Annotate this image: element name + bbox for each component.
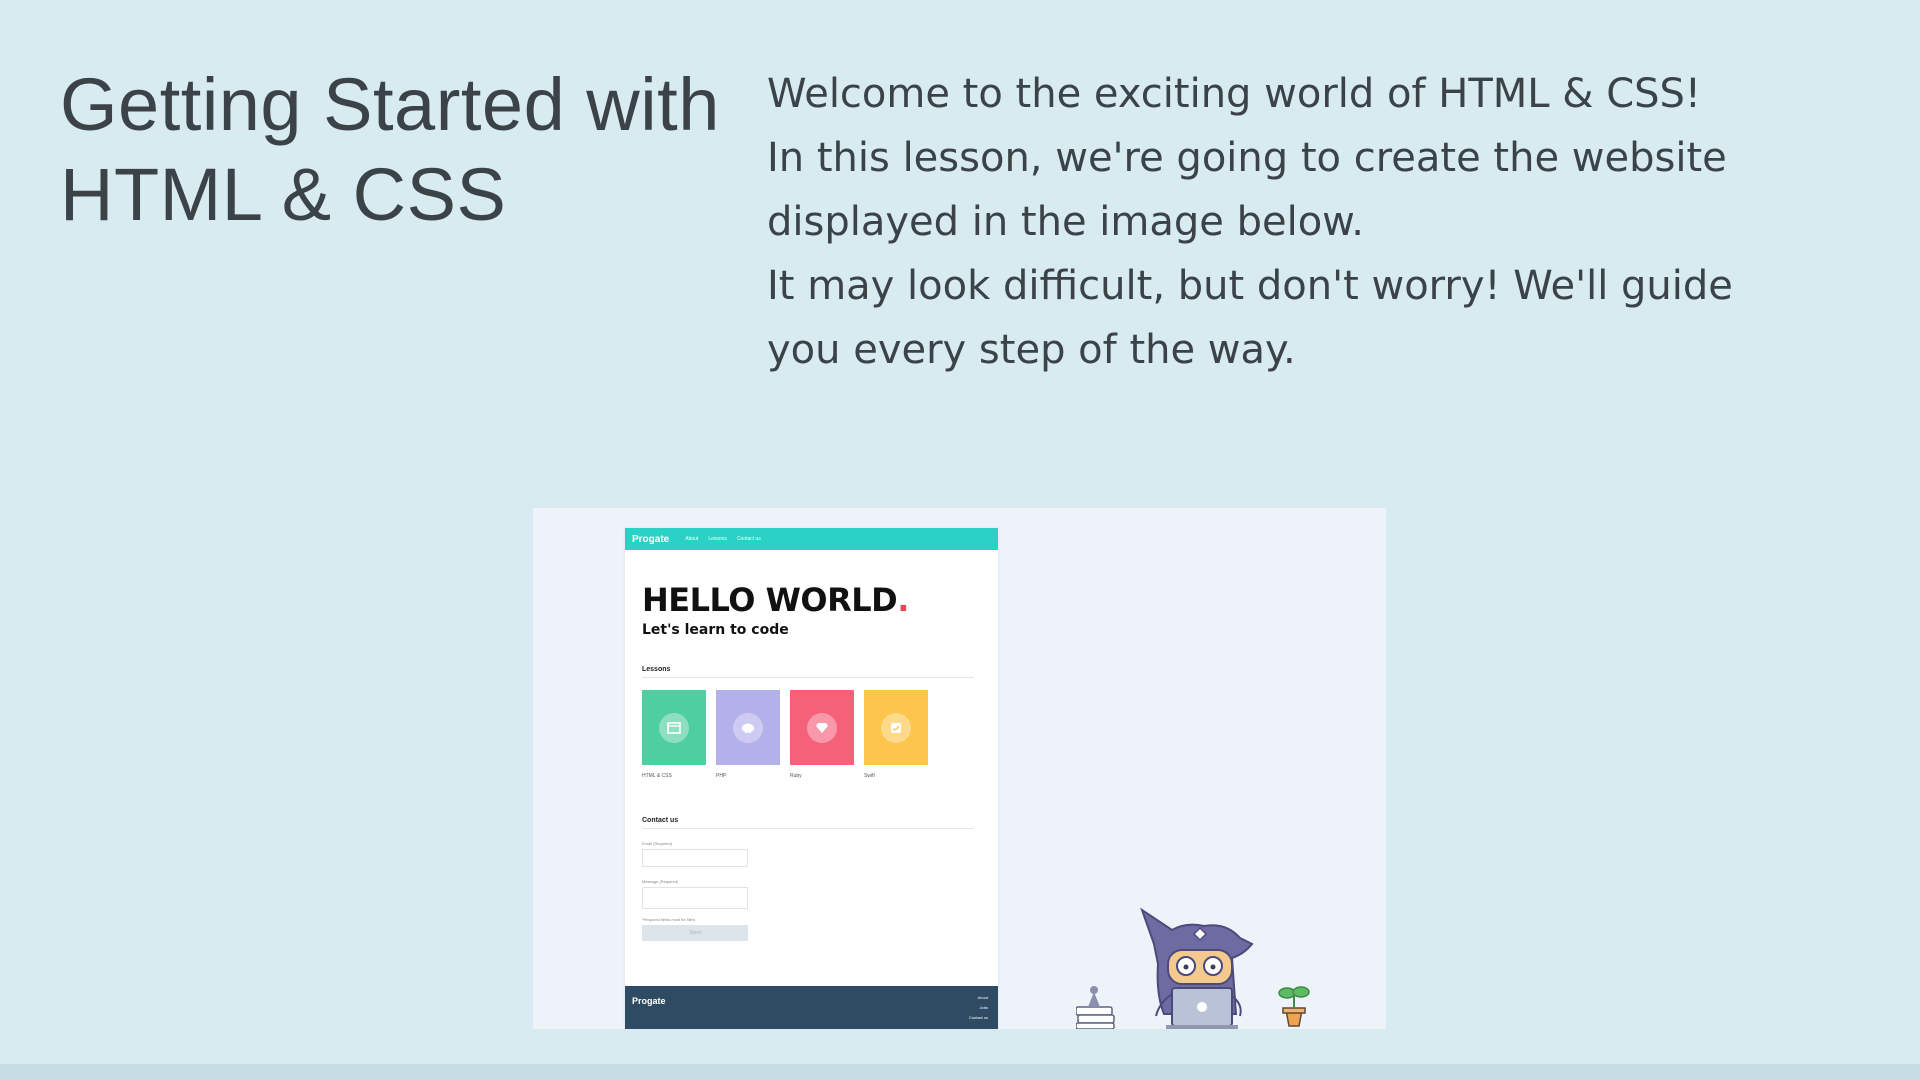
message-field-label: Message (Required)	[642, 879, 679, 884]
slide: Getting Started with HTML & CSS Welcome …	[0, 0, 1920, 1064]
elephant-icon	[733, 712, 763, 743]
mock-header: Progate About Lessons Contact us	[625, 528, 998, 550]
lesson-card-tile	[642, 690, 706, 765]
plant-icon	[1278, 986, 1310, 1027]
lesson-card: Ruby	[790, 690, 854, 779]
hero-heading-dot: .	[897, 581, 909, 619]
lesson-card-tile	[864, 690, 928, 765]
email-field	[642, 849, 748, 867]
footer-link: Jobs	[979, 1005, 988, 1010]
ninja-mascot-illustration	[1076, 907, 1310, 1029]
lesson-card-label: Swift	[864, 773, 875, 779]
mock-logo: Progate	[632, 533, 670, 545]
email-field-label: Email (Required)	[642, 841, 673, 846]
mock-nav-item: About	[685, 536, 699, 542]
lesson-card-label: PHP	[716, 773, 727, 779]
lesson-card: PHP	[716, 690, 780, 779]
mock-nav-item: Contact us	[736, 536, 761, 542]
slide-title: Getting Started with HTML & CSS	[60, 63, 720, 236]
books-icon	[1076, 986, 1115, 1029]
message-field	[642, 887, 748, 909]
footer-logo: Progate	[632, 996, 666, 1006]
lessons-label: Lessons	[642, 666, 671, 673]
intro-line-3: It may look difficult, but don't worry! …	[767, 263, 1733, 373]
intro-text: Welcome to the exciting world of HTML & …	[767, 62, 1767, 382]
footer-link: Contact us	[968, 1015, 988, 1020]
gem-icon	[807, 712, 837, 743]
mock-website: Progate About Lessons Contact us HELLO W…	[625, 528, 998, 1029]
lesson-card-tile	[790, 690, 854, 765]
send-button: Send	[642, 925, 748, 941]
divider	[642, 828, 974, 829]
footer-link: About	[977, 995, 988, 1000]
hero-tagline: Let's learn to code	[642, 622, 789, 638]
mock-footer: Progate About Jobs Contact us	[625, 986, 998, 1029]
laptop-icon	[1166, 987, 1238, 1029]
footer-links: About Jobs Contact us	[969, 995, 988, 1021]
lesson-card-label: HTML & CSS	[642, 773, 672, 779]
mock-nav-item: Lessons	[708, 536, 727, 542]
intro-line-2: In this lesson, we're going to create th…	[767, 135, 1727, 245]
window-icon	[659, 712, 689, 743]
mock-nav: About Lessons Contact us	[685, 536, 761, 542]
lesson-cards: HTML & CSS PHP Ruby Swift	[642, 690, 998, 779]
contact-label: Contact us	[642, 817, 679, 824]
bottom-bar	[0, 1064, 1920, 1080]
required-note: *Required fields must be filled	[642, 917, 695, 922]
lesson-card: HTML & CSS	[642, 690, 706, 779]
lesson-card-label: Ruby	[790, 773, 802, 779]
divider	[642, 677, 974, 678]
bird-icon	[881, 712, 911, 743]
hero-heading: HELLO WORLD.	[642, 582, 998, 618]
intro-line-1: Welcome to the exciting world of HTML & …	[767, 71, 1701, 117]
lesson-card: Swift	[864, 690, 928, 779]
lesson-card-tile	[716, 690, 780, 765]
website-preview-image: Progate About Lessons Contact us HELLO W…	[533, 508, 1386, 1029]
hero-heading-text: HELLO WORLD	[642, 581, 898, 619]
